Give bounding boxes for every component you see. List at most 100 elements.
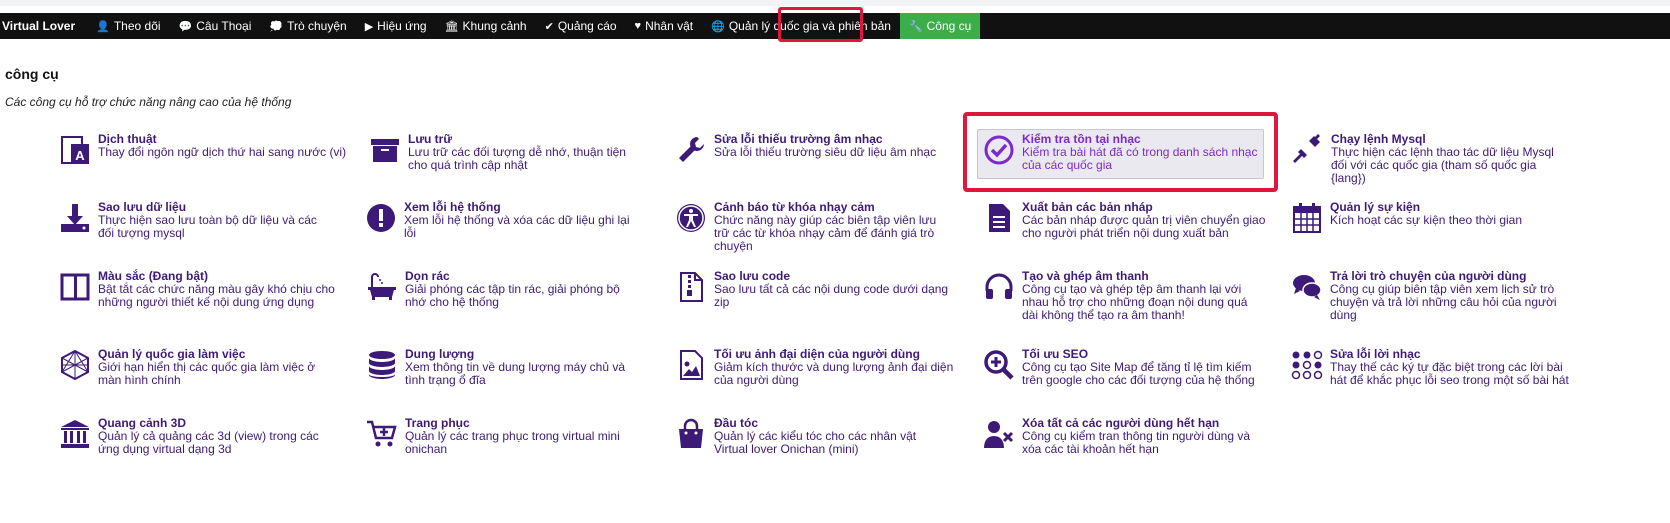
tool-luu-tru[interactable]: Lưu trữ Lưu trữ các đối tượng dễ nhớ, thu… xyxy=(368,133,643,172)
nav-item-tro-chuyen[interactable]: 💭 Trò chuyện xyxy=(260,13,355,39)
cart-plus-icon xyxy=(365,417,399,451)
tool-description: Bật tắt các chức năng màu gây khó chịu c… xyxy=(98,282,335,309)
tool-description: Giới hạn hiển thị các quốc gia làm việc … xyxy=(98,360,316,387)
nav-label: Hiệu ứng xyxy=(377,19,427,33)
tool-description: Công cụ giúp biên tập viên xem lịch sử t… xyxy=(1330,282,1557,322)
plug-icon xyxy=(1291,133,1325,167)
tool-description: Giải phóng các tập tin rác, giải phóng b… xyxy=(405,282,620,309)
nav-item-hieu-ung[interactable]: ▶ Hiệu ứng xyxy=(356,13,436,39)
page-description: Các công cụ hỗ trợ chức năng nâng cao củ… xyxy=(5,95,292,109)
comments-icon xyxy=(1290,270,1324,304)
tool-quan-ly-quoc-gia-lam-viec[interactable]: Quản lý quốc gia làm việc Giới hạn hiển t… xyxy=(58,348,338,387)
tool-quang-canh-3d[interactable]: Quang cảnh 3D Quản lý cả quảng các 3d (vi… xyxy=(58,417,338,456)
tool-toi-uu-seo[interactable]: Tối ưu SEO Công cụ tạo Site Map để tăng t… xyxy=(982,348,1262,387)
tool-sao-luu-du-lieu[interactable]: Sao lưu dữ liệu Thực hiện sao lưu toàn bộ… xyxy=(58,201,328,240)
nav-label: Quảng cáo xyxy=(557,19,617,33)
nav-label: Câu Thoại xyxy=(196,19,252,33)
search-plus-icon xyxy=(982,348,1016,382)
tool-xoa-nguoi-dung-het-han[interactable]: Xóa tất cả các người dùng hết hạn Công cụ… xyxy=(982,417,1267,456)
heart-icon: ♥ xyxy=(634,20,642,32)
highlight-box-nav xyxy=(778,7,863,42)
tool-chay-lenh-mysql[interactable]: Chạy lệnh Mysql Thực hiện các lệnh thao t… xyxy=(1291,133,1566,185)
translate-icon: A xyxy=(58,133,92,167)
tool-description: Lưu trữ các đối tượng dễ nhớ, thuận tiện… xyxy=(408,145,626,172)
tool-quan-ly-su-kien[interactable]: Quản lý sự kiện Kích hoạt các sự kiện the… xyxy=(1290,201,1565,235)
wrench-icon: 🔧 xyxy=(908,20,923,33)
file-text-icon xyxy=(982,201,1016,235)
user-times-icon xyxy=(982,417,1016,451)
archive-icon xyxy=(368,133,402,167)
dots-grid-icon xyxy=(1290,348,1324,382)
tool-don-rac[interactable]: Dọn rác Giải phóng các tập tin rác, giải … xyxy=(365,270,643,309)
tool-description: Các bản nháp được quản trị viên chuyển g… xyxy=(1022,213,1266,240)
tool-description: Quản lý các kiểu tóc cho các nhân vật Vi… xyxy=(714,429,917,456)
nav-item-cong-cu[interactable]: 🔧 Công cụ xyxy=(899,13,981,39)
tool-mau-sac[interactable]: Màu sắc (Đang bật) Bật tắt các chức năng … xyxy=(58,270,338,309)
wrench-icon xyxy=(674,133,708,167)
play-circle-icon: ▶ xyxy=(364,20,374,33)
tool-description: Công cụ tạo và ghép tệp âm thanh lại với… xyxy=(1022,282,1248,322)
svg-text:A: A xyxy=(75,148,85,163)
tool-tao-ghep-am-thanh[interactable]: Tạo và ghép âm thanh Công cụ tạo và ghép … xyxy=(982,270,1262,322)
check-circle-icon: ✔ xyxy=(544,20,554,33)
tool-description: Xem thông tin về dung lượng máy chủ và t… xyxy=(405,360,626,387)
tool-description: Thay đổi ngôn ngữ dịch thứ hai sang nước… xyxy=(98,145,347,159)
tool-sua-loi-thieu-truong[interactable]: Sửa lỗi thiếu trường âm nhạc Sửa lỗi thiế… xyxy=(674,133,974,167)
shopping-bag-icon xyxy=(674,417,708,451)
tool-description: Chức năng này giúp các biên tập viên lưu… xyxy=(714,213,937,253)
nav-item-cau-thoai[interactable]: 💬 Câu Thoại xyxy=(170,13,261,39)
nav-label: Theo dõi xyxy=(113,19,161,33)
tool-description: Công cụ tạo Site Map để tăng tỉ lệ tìm k… xyxy=(1022,360,1255,387)
tool-description: Thực hiện sao lưu toàn bộ dữ liệu và các… xyxy=(98,213,317,240)
nav-label: Nhân vật xyxy=(645,19,694,33)
building-icon: 🏛 xyxy=(444,20,459,33)
nav-item-khung-canh[interactable]: 🏛 Khung cảnh xyxy=(436,13,536,39)
exclamation-circle-icon xyxy=(364,201,398,235)
user-icon: 👤 xyxy=(96,20,110,33)
columns-icon xyxy=(58,270,92,304)
bank-icon xyxy=(58,417,92,451)
download-icon xyxy=(58,201,92,235)
nav-label: Công cụ xyxy=(926,19,972,33)
calendar-icon xyxy=(1290,201,1324,235)
tool-description: Giảm kích thước và dung lượng ảnh đại di… xyxy=(714,360,954,387)
bookmarks-bar xyxy=(0,0,1670,6)
tool-canh-bao-tu-khoa[interactable]: Cảnh báo từ khóa nhạy cảm Chức năng này g… xyxy=(674,201,954,253)
tool-sua-loi-loi-nhac[interactable]: Sửa lỗi lời nhạc Thay thế các ký tự đặc b… xyxy=(1290,348,1570,387)
chat-icon: 💬 xyxy=(178,20,193,33)
tool-trang-phuc[interactable]: Trang phục Quản lý các trang phục trong v… xyxy=(365,417,640,456)
tool-toi-uu-anh-dai-dien[interactable]: Tối ưu ảnh đại diện của người dùng Giảm k… xyxy=(674,348,959,387)
file-zip-icon xyxy=(674,270,708,304)
tool-description: Xem lỗi hệ thống và xóa các dữ liệu ghi … xyxy=(404,213,630,240)
tool-description: Kích hoạt các sự kiện theo thời gian xyxy=(1330,213,1523,227)
tool-dau-toc[interactable]: Đầu tóc Quản lý các kiểu tóc cho các nhân… xyxy=(674,417,949,456)
tool-description: Quản lý các trang phục trong virtual min… xyxy=(405,429,620,456)
tool-dich-thuat[interactable]: A Dịch thuật Thay đổi ngôn ngữ dịch thứ h… xyxy=(58,133,358,167)
tool-description: Sao lưu tất cả các nội dung code dưới dạ… xyxy=(714,282,949,309)
page-title: công cụ xyxy=(5,66,59,82)
tool-xuat-ban-ban-nhap[interactable]: Xuất bản các bản nháp Các bản nháp được q… xyxy=(982,201,1267,240)
tool-description: Sửa lỗi thiếu trường siêu dữ liệu âm nhạ… xyxy=(714,145,937,159)
tool-sao-luu-code[interactable]: Sao lưu code Sao lưu tất cả các nội dung … xyxy=(674,270,959,309)
bath-icon xyxy=(365,270,399,304)
file-image-icon xyxy=(674,348,708,382)
tool-description: Thay thế các ký tự đặc biệt trong các lờ… xyxy=(1330,360,1569,387)
comments-icon: 💭 xyxy=(269,20,284,33)
highlight-box-tool xyxy=(963,112,1278,192)
nav-label: Khung cảnh xyxy=(462,19,527,33)
tool-dung-luong[interactable]: Dung lượng Xem thông tin về dung lượng má… xyxy=(365,348,643,387)
nav-item-theo-doi[interactable]: 👤 Theo dõi xyxy=(87,13,169,39)
headphones-icon xyxy=(982,270,1016,304)
brand-logo[interactable]: Virtual Lover xyxy=(0,19,87,33)
tool-tra-loi-tro-chuyen[interactable]: Trả lời trò chuyện của người dùng Công cụ… xyxy=(1290,270,1565,322)
hexagon-icon xyxy=(58,348,92,382)
accessibility-icon xyxy=(674,201,708,235)
database-icon xyxy=(365,348,399,382)
nav-item-quang-cao[interactable]: ✔ Quảng cáo xyxy=(536,13,626,39)
nav-item-nhan-vat[interactable]: ♥ Nhân vật xyxy=(626,13,703,39)
nav-label: Trò chuyện xyxy=(287,19,347,33)
globe-icon: 🌐 xyxy=(711,20,725,33)
tool-xem-loi-he-thong[interactable]: Xem lỗi hệ thống Xem lỗi hệ thống và xóa … xyxy=(364,201,644,240)
tool-description: Quản lý cả quảng các 3d (view) trong các… xyxy=(98,429,319,456)
tool-description: Công cụ kiểm tran thông tin người dùng v… xyxy=(1022,429,1251,456)
